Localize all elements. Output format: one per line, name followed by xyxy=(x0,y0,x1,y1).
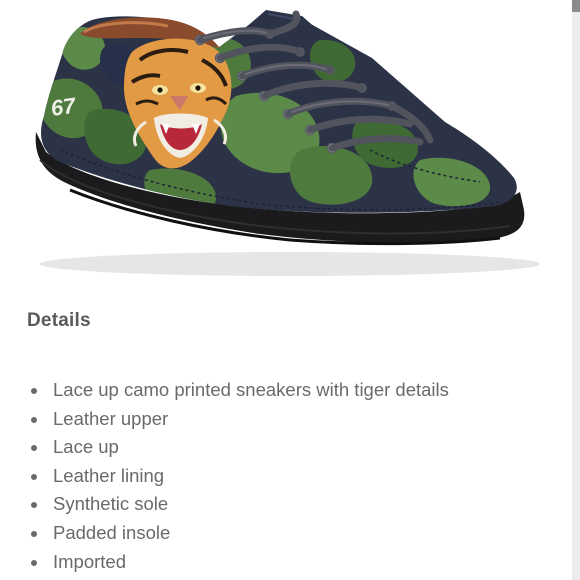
product-image: 67 xyxy=(0,0,566,280)
bullet-icon xyxy=(31,502,37,509)
list-item: Synthetic sole xyxy=(27,490,449,519)
scrollbar-track[interactable] xyxy=(572,0,580,580)
sneaker-illustration: 67 xyxy=(35,10,540,276)
list-item: Lace up xyxy=(27,433,449,462)
list-item-text: Imported xyxy=(53,550,127,572)
list-item-text: Leather lining xyxy=(53,464,165,486)
list-item: Leather upper xyxy=(27,405,449,434)
list-item-text: Leather upper xyxy=(53,407,169,429)
list-item-text: Padded insole xyxy=(53,521,171,543)
bullet-icon xyxy=(31,445,37,452)
list-item: Padded insole xyxy=(27,519,449,548)
details-list: Lace up camo printed sneakers with tiger… xyxy=(27,376,449,576)
list-item: Leather lining xyxy=(27,462,449,491)
scrollbar-thumb[interactable] xyxy=(572,0,580,12)
bullet-icon xyxy=(31,388,37,394)
bullet-icon xyxy=(31,559,37,566)
bullet-icon xyxy=(31,530,37,537)
list-item-text: Lace up camo printed sneakers with tiger… xyxy=(53,379,449,400)
bullet-icon xyxy=(31,416,37,423)
details-heading: Details xyxy=(27,310,91,331)
list-item-text: Synthetic sole xyxy=(53,493,169,515)
list-item-text: Lace up xyxy=(53,436,119,458)
list-item: Lace up camo printed sneakers with tiger… xyxy=(27,376,449,405)
list-item: Imported xyxy=(27,548,449,577)
bullet-icon xyxy=(31,473,37,480)
